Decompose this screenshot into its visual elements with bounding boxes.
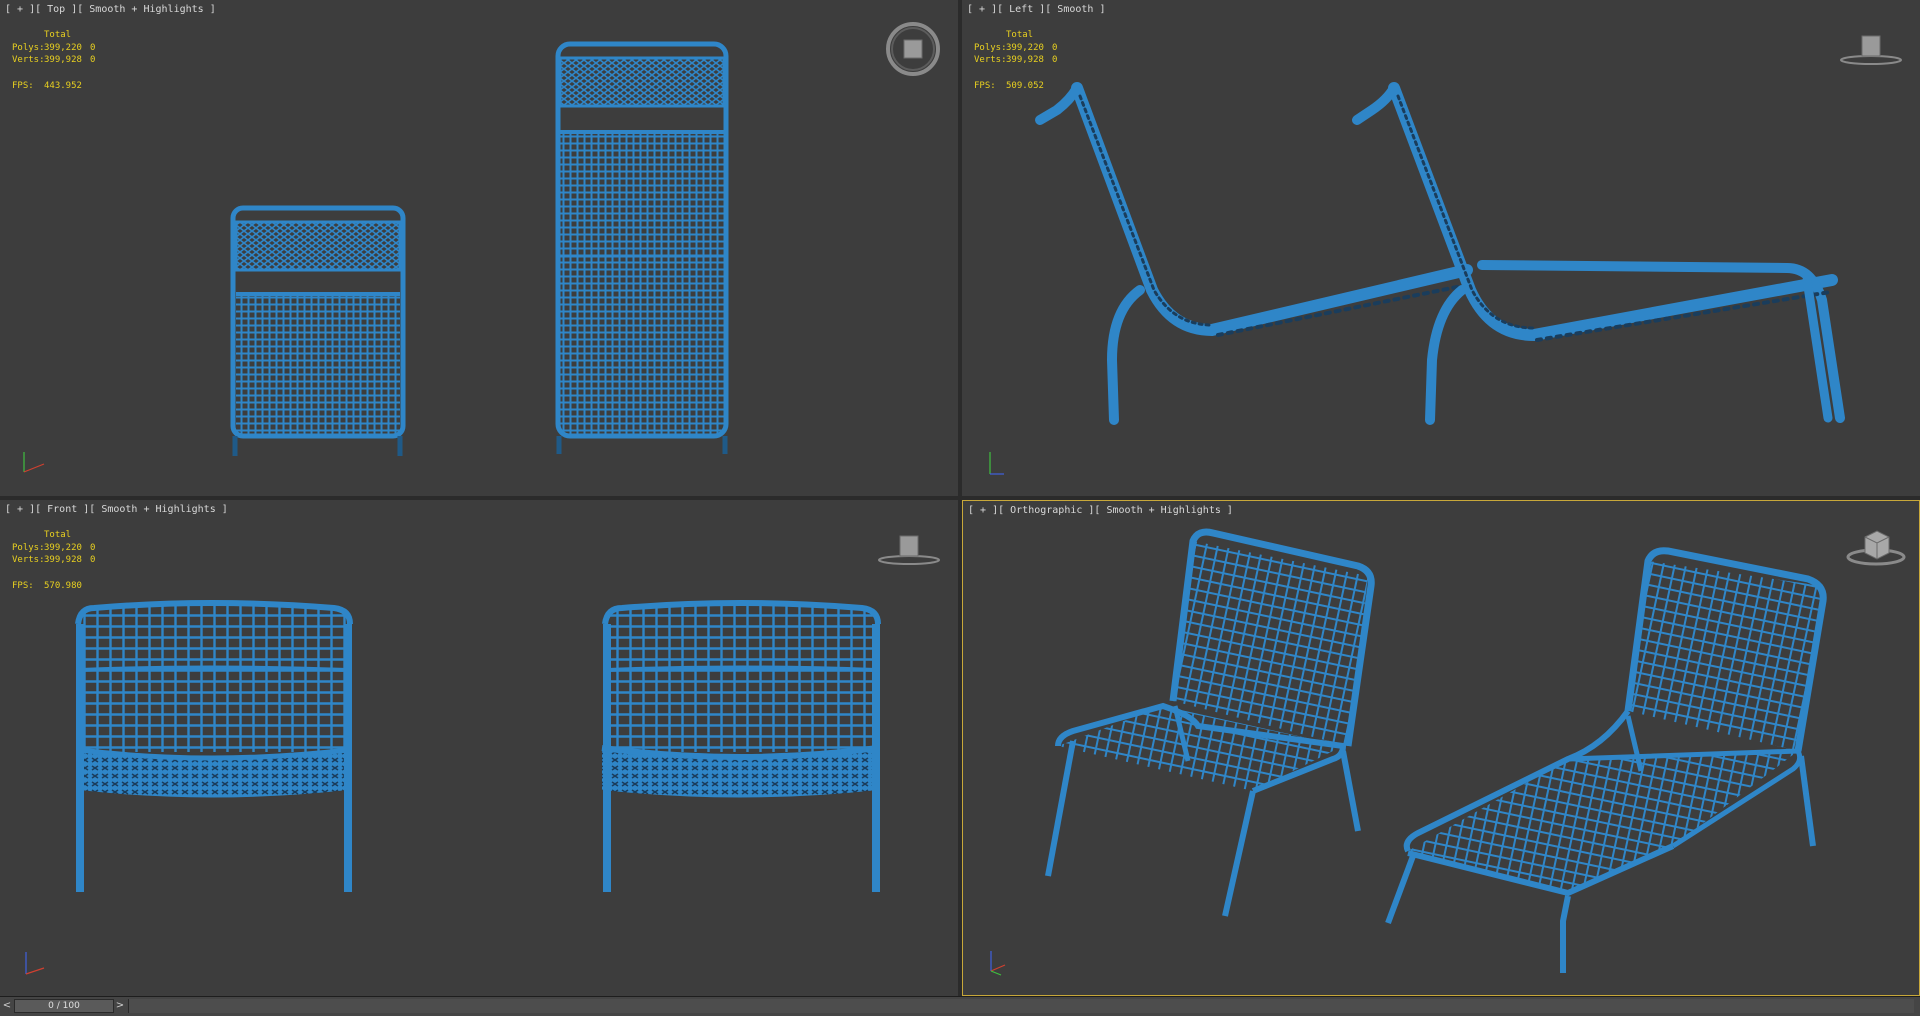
fps-value: 509.052 [1006, 80, 1044, 91]
lounger-perspective [1385, 547, 1827, 973]
viewcube-icon[interactable] [884, 20, 942, 78]
model-perspective-view [1045, 528, 1827, 973]
polys-value: 399,220 [44, 542, 82, 553]
model-top-view [230, 41, 729, 456]
axis-tripod-icon [25, 952, 45, 975]
stats-overlay: Total Polys:399,220 0 Verts:399,928 0 FPS:… [12, 29, 95, 92]
verts-label: Verts: [974, 55, 1007, 65]
fps-value: 570.980 [44, 580, 82, 591]
polys-value: 399,220 [1006, 42, 1044, 53]
polys-label: Polys: [12, 542, 45, 553]
chair-side-profile [1035, 82, 1473, 425]
fps-label: FPS: [974, 80, 996, 91]
polys-label: Polys: [974, 42, 1007, 53]
viewport-label[interactable]: [ + ][ Left ][ Smooth ] [967, 4, 1105, 15]
next-frame-button[interactable]: > [115, 999, 125, 1013]
verts-value: 399,928 [44, 55, 82, 65]
stats-total: Total [1006, 30, 1034, 40]
model-left-view [1035, 82, 1845, 425]
chair-front-left [75, 600, 353, 892]
model-front-view [75, 600, 881, 892]
timeline-track[interactable] [128, 999, 1914, 1013]
verts-selected: 0 [90, 555, 96, 565]
viewcube-icon[interactable] [1838, 30, 1904, 66]
viewport-label[interactable]: [ + ][ Top ][ Smooth + Highlights ] [5, 4, 216, 15]
verts-value: 399,928 [44, 555, 82, 565]
viewcube-icon[interactable] [876, 530, 942, 566]
stats-total: Total [44, 530, 72, 540]
lounger-side-profile [1352, 82, 1845, 425]
chaise-lounger-top [555, 41, 729, 454]
viewport-orthographic[interactable]: [ + ][ Orthographic ][ Smooth + Highligh… [962, 500, 1920, 996]
prev-frame-button[interactable]: < [2, 999, 12, 1013]
lounger-front-right [601, 600, 881, 892]
chair-small-top [230, 205, 406, 456]
stats-total: Total [44, 30, 72, 40]
timeline-bar: < 0 / 100 > [0, 996, 1920, 1016]
verts-label: Verts: [12, 55, 45, 65]
viewport-label[interactable]: [ + ][ Front ][ Smooth + Highlights ] [5, 504, 228, 515]
stats-overlay: Total Polys:399,220 0 Verts:399,928 0 FPS:… [974, 29, 1057, 92]
polys-selected: 0 [90, 42, 96, 53]
polys-selected: 0 [1052, 42, 1058, 53]
verts-selected: 0 [1052, 55, 1058, 65]
viewcube-icon[interactable] [1845, 523, 1907, 567]
axis-tripod-icon [990, 951, 1006, 976]
verts-value: 399,928 [1006, 55, 1044, 65]
viewport-left[interactable]: [ + ][ Left ][ Smooth ] Total Polys:399,… [962, 0, 1920, 496]
fps-label: FPS: [12, 80, 34, 91]
viewport-top[interactable]: [ + ][ Top ][ Smooth + Highlights ] Tota… [0, 0, 958, 496]
polys-value: 399,220 [44, 42, 82, 53]
fps-value: 443.952 [44, 80, 82, 91]
chair-perspective [1045, 528, 1375, 917]
viewport-front[interactable]: [ + ][ Front ][ Smooth + Highlights ] To… [0, 500, 958, 996]
axis-tripod-icon [989, 452, 1004, 475]
axis-tripod-icon [23, 452, 45, 473]
fps-label: FPS: [12, 580, 34, 591]
verts-selected: 0 [90, 55, 96, 65]
stats-overlay: Total Polys:399,220 0 Verts:399,928 0 FPS:… [12, 529, 95, 592]
polys-label: Polys: [12, 42, 45, 53]
viewport-label[interactable]: [ + ][ Orthographic ][ Smooth + Highligh… [968, 505, 1233, 516]
time-slider[interactable]: 0 / 100 [14, 999, 114, 1013]
verts-label: Verts: [12, 555, 45, 565]
polys-selected: 0 [90, 542, 96, 553]
